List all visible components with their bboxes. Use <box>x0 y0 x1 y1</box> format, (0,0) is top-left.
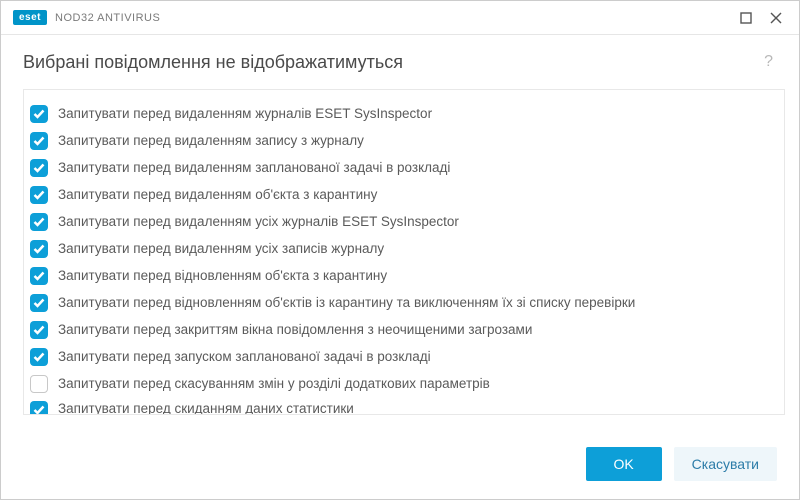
checkbox[interactable] <box>30 401 48 415</box>
content-area: Запитувати перед видаленням журналів ESE… <box>1 83 799 431</box>
close-icon <box>770 12 782 24</box>
brand-text: NOD32 ANTIVIRUS <box>55 12 160 24</box>
list-item: Запитувати перед видаленням запланованої… <box>28 154 774 181</box>
list-item: Запитувати перед відновленням об'єкта з … <box>28 262 774 289</box>
checkbox[interactable] <box>30 294 48 312</box>
list-item: Запитувати перед видаленням журналів ESE… <box>28 100 774 127</box>
checkbox[interactable] <box>30 240 48 258</box>
check-icon <box>33 109 45 119</box>
checkbox[interactable] <box>30 375 48 393</box>
checkbox[interactable] <box>30 348 48 366</box>
list-item: Запитувати перед скасуванням змін у розд… <box>28 370 774 397</box>
close-button[interactable] <box>761 6 791 30</box>
check-icon <box>33 136 45 146</box>
list-item: Запитувати перед видаленням усіх журналі… <box>28 208 774 235</box>
check-icon <box>33 271 45 281</box>
list-item-label: Запитувати перед запуском запланованої з… <box>58 349 431 364</box>
dialog-window: eset NOD32 ANTIVIRUS Вибрані повідомленн… <box>0 0 800 500</box>
checkbox[interactable] <box>30 186 48 204</box>
list-item-label: Запитувати перед видаленням об'єкта з ка… <box>58 187 377 202</box>
dialog-header: Вибрані повідомлення не відображатимутьс… <box>1 35 799 83</box>
list-item-label: Запитувати перед видаленням запланованої… <box>58 160 450 175</box>
list-item-label: Запитувати перед закриттям вікна повідом… <box>58 322 532 337</box>
list-item-label: Запитувати перед видаленням журналів ESE… <box>58 106 432 121</box>
list-item-label: Запитувати перед відновленням об'єкта з … <box>58 268 387 283</box>
brand-badge: eset <box>13 10 47 25</box>
list-item-label: Запитувати перед видаленням усіх записів… <box>58 241 384 256</box>
checkbox[interactable] <box>30 159 48 177</box>
list-item: Запитувати перед видаленням запису з жур… <box>28 127 774 154</box>
list-item-label: Запитувати перед видаленням запису з жур… <box>58 133 364 148</box>
list-item: Запитувати перед скиданням даних статист… <box>28 397 774 415</box>
check-icon <box>33 298 45 308</box>
list-item: Запитувати перед видаленням усіх записів… <box>28 235 774 262</box>
check-icon <box>33 244 45 254</box>
list-item: Запитувати перед запуском запланованої з… <box>28 343 774 370</box>
check-icon <box>33 405 45 415</box>
maximize-icon <box>740 12 752 24</box>
list-item-label: Запитувати перед видаленням усіх журналі… <box>58 214 459 229</box>
dialog-footer: OK Скасувати <box>1 431 799 499</box>
check-icon <box>33 352 45 362</box>
check-icon <box>33 163 45 173</box>
titlebar: eset NOD32 ANTIVIRUS <box>1 1 799 35</box>
checkbox[interactable] <box>30 105 48 123</box>
options-list[interactable]: Запитувати перед видаленням журналів ESE… <box>23 89 785 415</box>
help-button[interactable]: ? <box>760 49 777 75</box>
check-icon <box>33 325 45 335</box>
list-item-label: Запитувати перед відновленням об'єктів і… <box>58 295 635 310</box>
check-icon <box>33 217 45 227</box>
maximize-button[interactable] <box>731 6 761 30</box>
checkbox[interactable] <box>30 132 48 150</box>
list-item: Запитувати перед закриттям вікна повідом… <box>28 316 774 343</box>
checkbox[interactable] <box>30 321 48 339</box>
cancel-button[interactable]: Скасувати <box>674 447 777 481</box>
list-item: Запитувати перед відновленням об'єктів і… <box>28 289 774 316</box>
list-item-label: Запитувати перед скиданням даних статист… <box>58 401 354 415</box>
checkbox[interactable] <box>30 267 48 285</box>
checkbox[interactable] <box>30 213 48 231</box>
page-title: Вибрані повідомлення не відображатимутьс… <box>23 52 760 73</box>
list-item-label: Запитувати перед скасуванням змін у розд… <box>58 376 490 391</box>
list-item: Запитувати перед видаленням об'єкта з ка… <box>28 181 774 208</box>
ok-button[interactable]: OK <box>586 447 662 481</box>
check-icon <box>33 190 45 200</box>
